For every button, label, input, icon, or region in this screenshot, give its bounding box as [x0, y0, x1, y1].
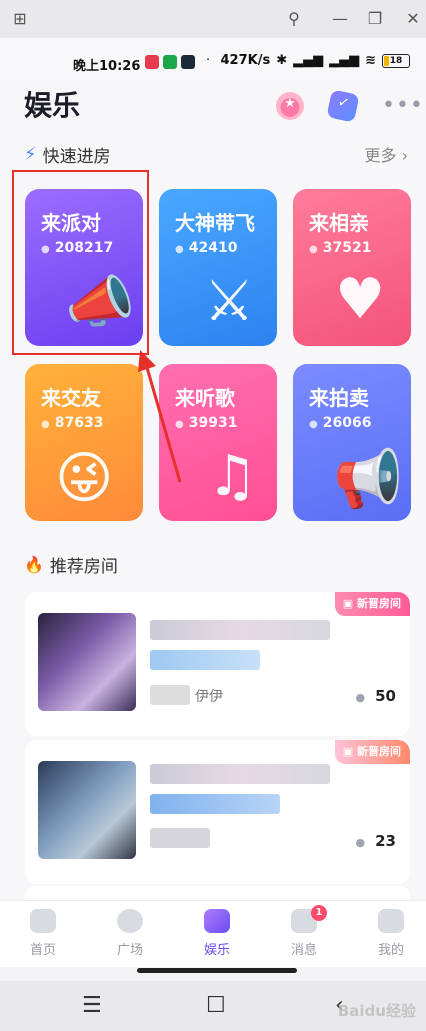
host-avatar: [150, 685, 190, 705]
profile-icon: [378, 909, 404, 933]
compass-icon: [117, 909, 143, 933]
message-count-badge: 1: [311, 905, 327, 921]
network-speed: 427K/s: [220, 53, 271, 68]
close-icon[interactable]: ✕: [403, 9, 423, 29]
nav-label: 首页: [29, 943, 56, 958]
room-viewers: 50: [356, 687, 396, 705]
entertainment-page: 娱乐 ••• ⚡ 快速进房 更多 › 来派对 208217 📣 大神带飞 424…: [0, 86, 426, 906]
status-right: 427K/s ✱ ▂▄▆ ▂▄▆ ≋ 18: [220, 53, 410, 68]
music-note-icon: ♫: [207, 444, 258, 509]
page-title: 娱乐: [24, 89, 81, 122]
watermark: Baidu经验: [337, 1002, 416, 1020]
nav-home[interactable]: 首页: [13, 907, 73, 958]
wifi-icon: ≋: [365, 53, 376, 68]
room-tags: [150, 794, 280, 814]
new-window-icon[interactable]: ⊞: [10, 9, 30, 29]
pin-icon[interactable]: ⚲: [284, 9, 304, 29]
app-notification-icon: [163, 55, 177, 69]
status-bar: 晚上10:26 · 427K/s ✱ ▂▄▆ ▂▄▆ ≋ 18: [0, 38, 426, 86]
heart-icon: ♥: [335, 267, 386, 332]
menu-icon[interactable]: ☰: [82, 993, 102, 1018]
card-name: 来交友: [41, 386, 101, 410]
nav-profile[interactable]: 我的: [361, 907, 421, 958]
dot-icon: ·: [206, 53, 211, 68]
window-titlebar: ⊞ ⚲ — ❐ ✕: [0, 0, 426, 39]
flame-icon: 🔥: [24, 555, 44, 574]
recommend-header: 🔥 推荐房间: [24, 552, 118, 577]
recommend-title: 推荐房间: [49, 557, 118, 577]
new-room-badge: 新晋房间: [334, 740, 410, 764]
quick-enter-header: ⚡ 快速进房: [24, 142, 111, 167]
quick-enter-title: 快速进房: [42, 147, 111, 167]
card-auction[interactable]: 来拍卖 26066 📢: [293, 364, 411, 521]
nav-square[interactable]: 广场: [100, 907, 160, 958]
more-options-icon[interactable]: •••: [382, 95, 424, 117]
restore-icon[interactable]: ❐: [365, 9, 385, 29]
card-count: 87633: [41, 415, 104, 431]
new-room-badge: 新晋房间: [334, 592, 410, 616]
card-dating[interactable]: 来相亲 37521 ♥: [293, 189, 411, 346]
room-card[interactable]: 伊伊 50 新晋房间: [25, 592, 410, 736]
host-avatar: [150, 828, 210, 848]
card-carry[interactable]: 大神带飞 42410 ⚔: [159, 189, 277, 346]
room-thumbnail: [38, 761, 136, 859]
room-title: [150, 764, 330, 784]
app-notification-icon: [145, 55, 159, 69]
annotation-arrow: [138, 350, 182, 483]
room-title: [150, 620, 330, 640]
home-button-icon[interactable]: ☐: [206, 993, 226, 1018]
verified-badge-icon[interactable]: [326, 89, 360, 123]
swords-icon: ⚔: [204, 269, 255, 334]
card-friends[interactable]: 来交友 87633 😜: [25, 364, 143, 521]
room-thumbnail: [38, 613, 136, 711]
party-hat-icon: [204, 909, 230, 933]
home-icon: [30, 909, 56, 933]
status-time: 晚上10:26: [73, 59, 141, 74]
medal-icon[interactable]: [276, 92, 304, 120]
card-count: 42410: [175, 240, 238, 256]
highlight-box: [12, 170, 149, 355]
nav-label: 娱乐: [203, 943, 230, 958]
card-count: 37521: [309, 240, 372, 256]
card-name: 来相亲: [309, 211, 369, 235]
room-tags: [150, 650, 260, 670]
signal-icon: ▂▄▆: [293, 53, 324, 68]
lightning-icon: ⚡: [24, 144, 37, 165]
host-name: 伊伊: [195, 689, 223, 705]
megaphone-icon: 📢: [333, 447, 403, 512]
card-count: 26066: [309, 415, 372, 431]
home-indicator[interactable]: [137, 968, 297, 973]
emoji-face-icon: 😜: [55, 446, 114, 511]
more-link[interactable]: 更多 ›: [365, 142, 409, 166]
minimize-icon[interactable]: —: [330, 9, 350, 29]
card-name: 大神带飞: [175, 211, 255, 235]
room-card[interactable]: 23 新晋房间: [25, 740, 410, 884]
nav-label: 广场: [116, 943, 143, 958]
signal-icon: ▂▄▆: [329, 53, 360, 68]
nav-label: 消息: [290, 943, 317, 958]
card-name: 来拍卖: [309, 386, 369, 410]
bluetooth-icon: ✱: [276, 53, 288, 68]
room-viewers: 23: [356, 832, 396, 850]
nav-entertainment[interactable]: 娱乐: [187, 907, 247, 958]
battery-icon: 18: [382, 53, 410, 68]
app-notification-icon: [181, 55, 195, 69]
nav-label: 我的: [377, 943, 404, 958]
bottom-nav: 首页 广场 娱乐 消息 1 我的: [0, 900, 426, 967]
